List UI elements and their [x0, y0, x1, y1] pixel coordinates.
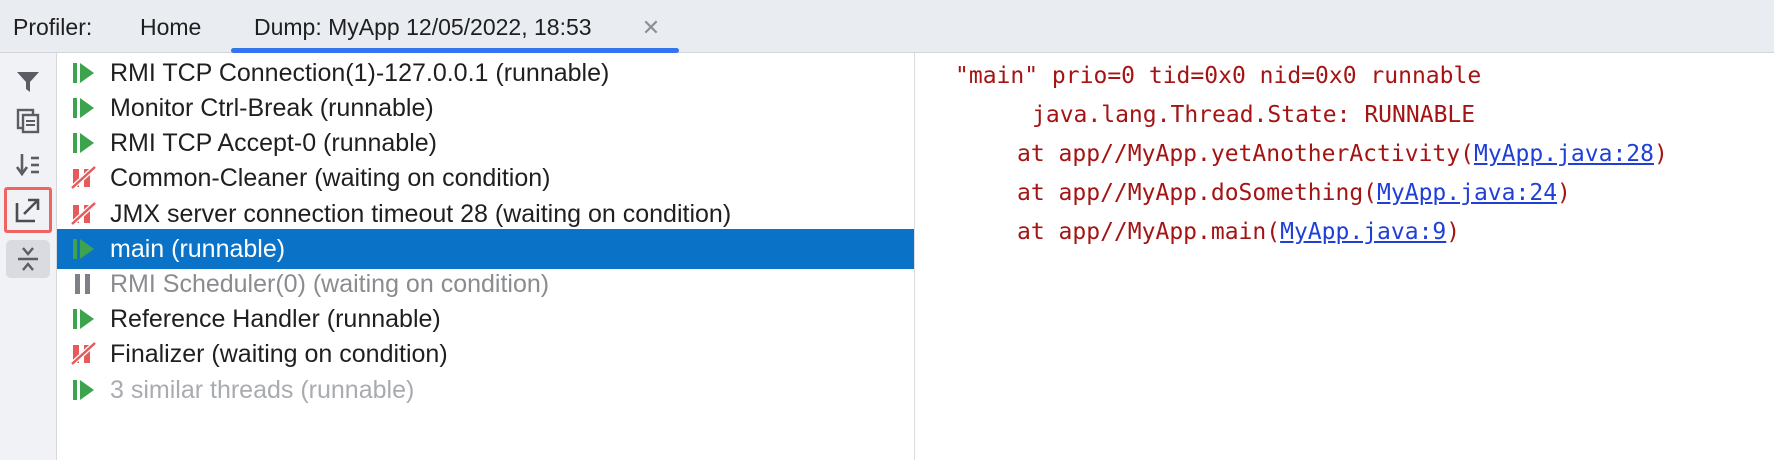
runnable-icon [57, 229, 110, 269]
runnable-icon [57, 88, 110, 128]
thread-row[interactable]: Common-Cleaner (waiting on condition) [57, 158, 914, 198]
thread-label: Monitor Ctrl-Break (runnable) [110, 93, 434, 122]
thread-row[interactable]: RMI Scheduler(0) (waiting on condition) [57, 264, 914, 304]
stack-trace-panel: "main" prio=0 tid=0x0 nid=0x0 runnable j… [915, 53, 1774, 460]
runnable-icon [57, 53, 110, 93]
filter-button[interactable] [6, 63, 50, 101]
waiting-icon [57, 158, 110, 198]
trace-frame: at app//MyApp.main(MyApp.java:9) [1017, 219, 1460, 245]
thread-row[interactable]: RMI TCP Connection(1)-127.0.0.1 (runnabl… [57, 53, 914, 93]
source-link[interactable]: MyApp.java:24 [1377, 180, 1557, 206]
runnable-icon [57, 370, 110, 410]
tab-home-label: Home [140, 14, 202, 40]
export-button[interactable] [4, 187, 52, 233]
thread-row[interactable]: 3 similar threads (runnable) [57, 370, 914, 410]
trace-frame-prefix: at app//MyApp.doSomething( [1017, 180, 1378, 206]
trace-frame: at app//MyApp.yetAnotherActivity(MyApp.j… [1017, 141, 1668, 167]
runnable-icon [57, 123, 110, 163]
thread-label: RMI TCP Accept-0 (runnable) [110, 128, 437, 157]
thread-row[interactable]: Reference Handler (runnable) [57, 299, 914, 339]
thread-label: JMX server connection timeout 28 (waitin… [110, 199, 732, 228]
trace-state: java.lang.Thread.State: RUNNABLE [1032, 102, 1476, 128]
tab-home[interactable]: Home [140, 0, 201, 53]
filter-icon [17, 72, 39, 92]
waiting-icon [57, 334, 110, 374]
trace-frame-prefix: at app//MyApp.yetAnotherActivity( [1017, 141, 1474, 167]
paused-icon [57, 264, 110, 304]
thread-label: RMI Scheduler(0) (waiting on condition) [110, 269, 550, 298]
thread-label: 3 similar threads (runnable) [110, 375, 415, 404]
thread-label: Finalizer (waiting on condition) [110, 339, 448, 368]
thread-label: Common-Cleaner (waiting on condition) [110, 163, 551, 192]
thread-row[interactable]: Monitor Ctrl-Break (runnable) [57, 88, 914, 128]
close-icon[interactable]: ✕ [639, 0, 663, 53]
thread-label: Reference Handler (runnable) [110, 304, 441, 333]
thread-label: main (runnable) [110, 234, 286, 263]
thread-row[interactable]: JMX server connection timeout 28 (waitin… [57, 194, 914, 234]
copy-icon [16, 108, 40, 134]
thread-row[interactable]: Finalizer (waiting on condition) [57, 334, 914, 374]
thread-row[interactable]: RMI TCP Accept-0 (runnable) [57, 123, 914, 163]
tab-dump[interactable]: Dump: MyApp 12/05/2022, 18:53 ✕ [231, 0, 679, 53]
trace-header: "main" prio=0 tid=0x0 nid=0x0 runnable [955, 63, 1482, 89]
copy-button[interactable] [6, 102, 50, 140]
thread-row-selected[interactable]: main (runnable) [57, 229, 914, 269]
profiler-tabbar: Profiler: Home Dump: MyApp 12/05/2022, 1… [0, 0, 1774, 53]
thread-label: RMI TCP Connection(1)-127.0.0.1 (runnabl… [110, 58, 610, 87]
thread-dump-toolbar [0, 53, 57, 460]
source-link[interactable]: MyApp.java:28 [1474, 141, 1654, 167]
profiler-label: Profiler: [13, 14, 93, 40]
trace-frame-suffix: ) [1557, 180, 1571, 206]
runnable-icon [57, 299, 110, 339]
trace-frame-suffix: ) [1446, 219, 1461, 245]
source-link[interactable]: MyApp.java:9 [1280, 219, 1446, 245]
trace-frame: at app//MyApp.doSomething(MyApp.java:24) [1017, 180, 1571, 206]
collapse-icon [18, 247, 38, 271]
trace-frame-suffix: ) [1653, 141, 1668, 167]
collapse-button[interactable] [6, 240, 50, 278]
trace-frame-prefix: at app//MyApp.main( [1017, 219, 1281, 245]
thread-list: RMI TCP Connection(1)-127.0.0.1 (runnabl… [57, 53, 914, 460]
waiting-icon [57, 194, 110, 234]
sort-icon [15, 154, 39, 177]
sort-button[interactable] [6, 146, 50, 184]
export-icon [15, 198, 40, 223]
tab-dump-label: Dump: MyApp 12/05/2022, 18:53 [254, 14, 592, 40]
